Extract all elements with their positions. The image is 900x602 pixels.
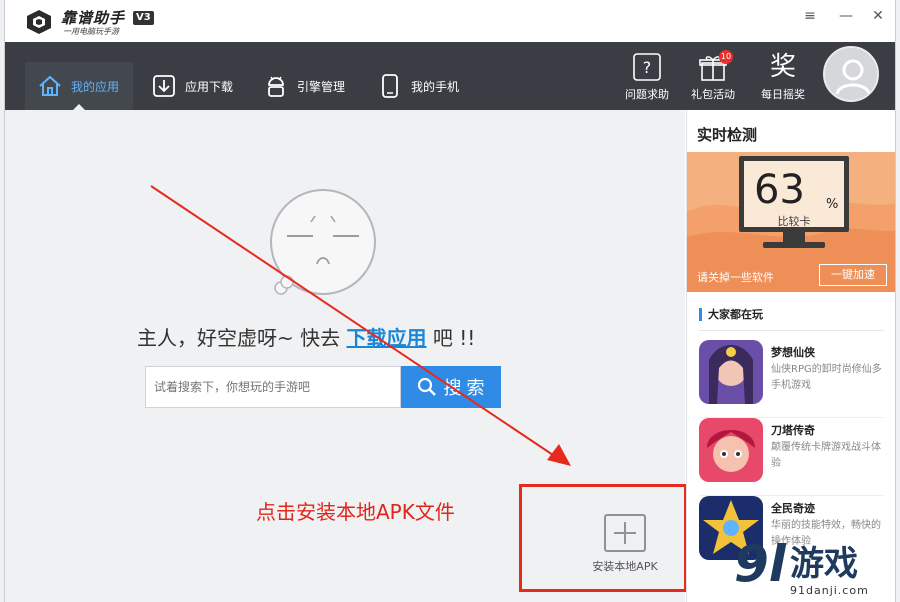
lottery-button[interactable]: 奖 每日摇奖 <box>755 52 811 102</box>
game-desc: 仙侠RPG的卸时尚修仙多手机游戏 <box>771 364 882 391</box>
avatar[interactable] <box>823 46 879 102</box>
watermark-nine: 9l <box>734 535 786 593</box>
sidebar: 实时检测 63 % 比较卡 请关掉一些软件 一键加速 大家都在玩 梦想仙侠 仙侠… <box>686 110 895 602</box>
divider <box>699 330 884 331</box>
game-name: 全民奇迹 <box>771 502 815 515</box>
monitor-tip: 请关掉一些软件 <box>697 271 774 284</box>
game-name: 刀塔传奇 <box>771 424 815 437</box>
tab-label: 引擎管理 <box>297 79 346 94</box>
tab-my-phone[interactable]: 我的手机 <box>377 62 459 110</box>
help-label: 问题求助 <box>625 88 669 101</box>
menu-button[interactable]: ≡ <box>799 6 821 26</box>
score-caption: 比较卡 <box>777 215 811 228</box>
performance-score: 63 <box>754 167 805 213</box>
annotation-text: 点击安装本地APK文件 <box>256 500 455 524</box>
site-watermark: 9l 游戏 91danji.com <box>734 536 900 602</box>
user-icon <box>835 59 871 95</box>
tab-engine-manage[interactable]: 引擎管理 <box>263 62 345 110</box>
performance-monitor: 63 % 比较卡 请关掉一些软件 一键加速 <box>687 152 895 292</box>
version-badge: V3 <box>133 11 154 25</box>
game-item-daota[interactable]: 刀塔传奇 颠覆传统卡牌游戏战斗体验 <box>699 418 889 496</box>
download-icon <box>153 75 175 97</box>
title-bar: 靠谱助手 V3 一用电脑玩手游 ≡ — ✕ <box>5 0 895 42</box>
accelerate-button[interactable]: 一键加速 <box>819 264 887 286</box>
monitor-screen: 63 % 比较卡 <box>739 156 849 232</box>
gift-label: 礼包活动 <box>691 88 735 101</box>
score-unit: % <box>826 197 839 212</box>
game-desc: 颠覆传统卡牌游戏战斗体验 <box>771 442 881 469</box>
gift-count-badge: 10 <box>719 50 733 64</box>
tab-label: 我的手机 <box>411 79 460 94</box>
game-icon-mengxiang <box>699 340 763 404</box>
app-logo-icon <box>27 10 51 34</box>
lottery-label: 每日摇奖 <box>761 88 805 101</box>
main-content: 主人，好空虚呀~ 快去 下载应用 吧 !! 搜 索 点击安装本地APK文件 安装… <box>5 110 687 602</box>
monitor-base <box>763 242 825 248</box>
help-button[interactable]: ? 问题求助 <box>619 52 675 102</box>
lottery-icon: 奖 <box>769 52 796 82</box>
tab-label: 我的应用 <box>71 79 120 94</box>
install-local-apk-button[interactable]: 安装本地APK <box>565 504 685 574</box>
watermark-domain: 91danji.com <box>790 584 869 597</box>
phone-icon <box>382 74 398 98</box>
nav-bar: 我的应用 应用下载 引擎管理 我的手机 ? 问题求助 10 礼包活动 奖 每日摇… <box>5 42 895 110</box>
app-tagline: 一用电脑玩手游 <box>63 27 119 36</box>
plus-icon <box>604 514 646 552</box>
game-icon-daota <box>699 418 763 482</box>
tab-my-apps[interactable]: 我的应用 <box>25 62 133 110</box>
game-name: 梦想仙侠 <box>771 346 815 359</box>
app-name: 靠谱助手 <box>61 9 126 27</box>
hot-games-title: 大家都在玩 <box>699 308 763 321</box>
app-window: 靠谱助手 V3 一用电脑玩手游 ≡ — ✕ 我的应用 应用下载 引擎管理 我的手… <box>4 0 896 602</box>
watermark-text: 游戏 <box>790 544 858 584</box>
realtime-title: 实时检测 <box>697 126 758 144</box>
svg-text:?: ? <box>643 58 652 77</box>
tab-app-download[interactable]: 应用下载 <box>151 62 233 110</box>
close-button[interactable]: ✕ <box>867 6 889 26</box>
help-icon: ? <box>633 53 661 81</box>
tab-label: 应用下载 <box>185 79 234 94</box>
gift-button[interactable]: 10 礼包活动 <box>685 50 741 102</box>
install-apk-label: 安装本地APK <box>592 560 658 573</box>
minimize-button[interactable]: — <box>835 6 857 26</box>
home-icon <box>39 75 61 96</box>
android-icon <box>268 76 284 97</box>
game-item-mengxiang[interactable]: 梦想仙侠 仙侠RPG的卸时尚修仙多手机游戏 <box>699 340 889 418</box>
